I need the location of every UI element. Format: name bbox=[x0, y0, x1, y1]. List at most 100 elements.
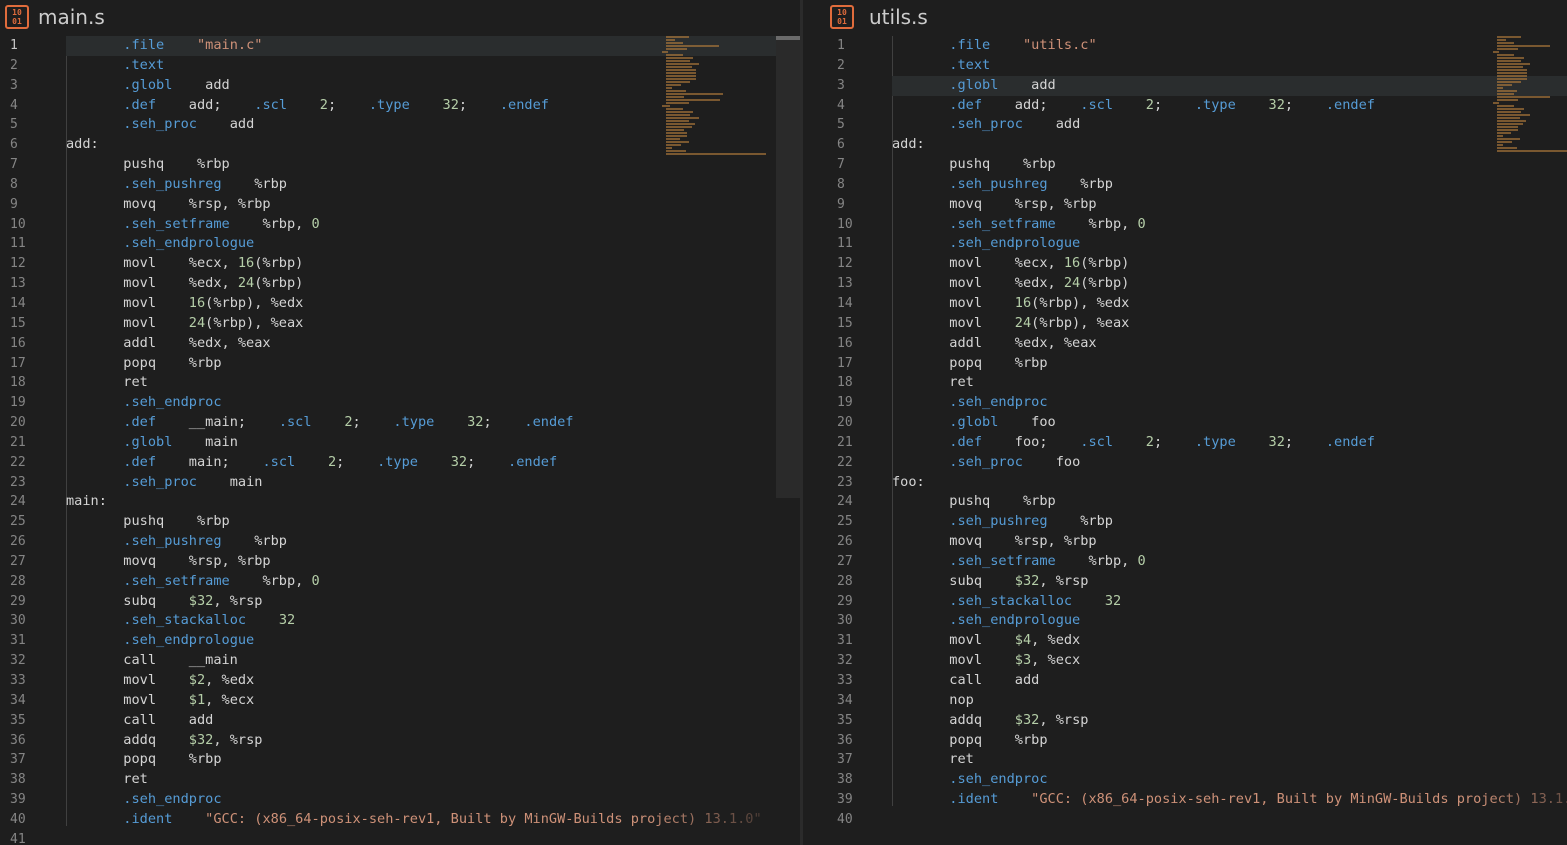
code-line[interactable]: .seh_endprologue bbox=[892, 611, 1567, 631]
minimap-line bbox=[666, 147, 672, 149]
line-number: 19 bbox=[10, 395, 26, 411]
minimap-line bbox=[666, 57, 693, 59]
code-line[interactable]: .seh_stackalloc 32 bbox=[66, 611, 800, 631]
code-line[interactable]: .seh_pushreg %rbp bbox=[66, 175, 800, 195]
code-line[interactable]: popq %rbp bbox=[66, 354, 800, 374]
code-line[interactable]: .seh_setframe %rbp, 0 bbox=[66, 572, 800, 592]
code-line[interactable]: movq %rsp, %rbp bbox=[66, 552, 800, 572]
code-line[interactable]: pushq %rbp bbox=[892, 155, 1567, 175]
code-line[interactable]: movl $4, %edx bbox=[892, 631, 1567, 651]
code-line[interactable]: .def __main; .scl 2; .type 32; .endef bbox=[66, 413, 800, 433]
code-line[interactable]: pushq %rbp bbox=[66, 512, 800, 532]
code-line[interactable] bbox=[66, 830, 800, 845]
editor-pane-right[interactable]: 10 01 utils.s 1 2 3 4 5 6 7 8 9 10 11 12 13 14 15 16 17 1… bbox=[803, 0, 1567, 845]
code-line[interactable]: nop bbox=[892, 691, 1567, 711]
minimap-line bbox=[666, 111, 693, 113]
code-line[interactable]: movl %edx, 24(%rbp) bbox=[66, 274, 800, 294]
code-line[interactable]: ret bbox=[892, 373, 1567, 393]
code-line[interactable]: popq %rbp bbox=[892, 731, 1567, 751]
code-line[interactable]: addl %edx, %eax bbox=[66, 334, 800, 354]
code-line[interactable]: movl 16(%rbp), %edx bbox=[66, 294, 800, 314]
code-line[interactable]: subq $32, %rsp bbox=[66, 592, 800, 612]
line-number: 11 bbox=[837, 236, 853, 252]
code-line[interactable]: .globl add bbox=[892, 75, 1567, 96]
code-line[interactable]: add: bbox=[892, 135, 1567, 155]
code-line[interactable]: movq %rsp, %rbp bbox=[66, 195, 800, 215]
code-line[interactable]: addq $32, %rsp bbox=[66, 731, 800, 751]
code-line[interactable]: .ident "GCC: (x86_64-posix-seh-rev1, Bui… bbox=[892, 790, 1567, 810]
code-line[interactable]: .def add; .scl 2; .type 32; .endef bbox=[892, 96, 1567, 116]
code-line[interactable]: .globl foo bbox=[892, 413, 1567, 433]
code-line[interactable]: movl $1, %ecx bbox=[66, 691, 800, 711]
code-line[interactable]: movl $2, %edx bbox=[66, 671, 800, 691]
code-line[interactable]: .seh_setframe %rbp, 0 bbox=[892, 552, 1567, 572]
scrollbar-thumb[interactable] bbox=[776, 36, 800, 40]
code-line[interactable]: .text bbox=[892, 56, 1567, 76]
code-line[interactable]: pushq %rbp bbox=[892, 492, 1567, 512]
code-line[interactable]: .seh_endproc bbox=[66, 790, 800, 810]
line-number: 30 bbox=[837, 613, 853, 629]
code-line[interactable]: addq $32, %rsp bbox=[892, 711, 1567, 731]
code-line[interactable]: movl $3, %ecx bbox=[892, 651, 1567, 671]
code-area[interactable]: .file "utils.c" .text .globl add .def ad… bbox=[892, 36, 1567, 830]
code-line[interactable]: .seh_setframe %rbp, 0 bbox=[892, 215, 1567, 235]
code-line[interactable]: .seh_proc main bbox=[66, 473, 800, 493]
minimap-line bbox=[1497, 57, 1524, 59]
minimap-line bbox=[1497, 93, 1514, 95]
tab-utils-s[interactable]: 10 01 utils.s bbox=[803, 0, 1567, 36]
minimap-line bbox=[1497, 120, 1526, 122]
code-line[interactable]: addl %edx, %eax bbox=[892, 334, 1567, 354]
code-line[interactable]: .seh_endproc bbox=[66, 393, 800, 413]
line-number: 7 bbox=[10, 157, 18, 173]
minimap-line bbox=[666, 66, 692, 68]
code-line[interactable]: main: bbox=[66, 492, 800, 512]
code-line[interactable]: popq %rbp bbox=[892, 354, 1567, 374]
code-line[interactable]: .seh_proc foo bbox=[892, 453, 1567, 473]
code-line[interactable]: .def foo; .scl 2; .type 32; .endef bbox=[892, 433, 1567, 453]
code-line[interactable]: .seh_endproc bbox=[892, 393, 1567, 413]
minimap[interactable] bbox=[662, 36, 772, 166]
code-line[interactable]: call add bbox=[892, 671, 1567, 691]
vertical-scrollbar[interactable] bbox=[776, 36, 800, 498]
code-line[interactable]: .seh_stackalloc 32 bbox=[892, 592, 1567, 612]
code-line[interactable]: foo: bbox=[892, 473, 1567, 493]
code-line[interactable]: popq %rbp bbox=[66, 750, 800, 770]
code-line[interactable]: .seh_setframe %rbp, 0 bbox=[66, 215, 800, 235]
file-title: main.s bbox=[38, 5, 105, 29]
code-line[interactable]: .seh_endprologue bbox=[66, 234, 800, 254]
code-line[interactable]: .seh_endproc bbox=[892, 770, 1567, 790]
code-line[interactable]: ret bbox=[66, 770, 800, 790]
code-line[interactable]: .seh_endprologue bbox=[66, 631, 800, 651]
minimap[interactable] bbox=[1493, 36, 1567, 166]
code-line[interactable]: movl %ecx, 16(%rbp) bbox=[66, 254, 800, 274]
minimap-line bbox=[666, 75, 696, 77]
code-line[interactable] bbox=[892, 810, 1567, 830]
code-line[interactable]: movl %edx, 24(%rbp) bbox=[892, 274, 1567, 294]
line-number: 24 bbox=[837, 494, 853, 510]
minimap-line bbox=[666, 126, 692, 128]
code-line[interactable]: subq $32, %rsp bbox=[892, 572, 1567, 592]
code-line[interactable]: .seh_pushreg %rbp bbox=[66, 532, 800, 552]
code-line[interactable]: call add bbox=[66, 711, 800, 731]
code-line[interactable]: .seh_proc add bbox=[892, 115, 1567, 135]
tab-main-s[interactable]: 10 01 main.s bbox=[0, 0, 800, 36]
code-line[interactable]: movl 24(%rbp), %eax bbox=[66, 314, 800, 334]
code-line[interactable]: .seh_endprologue bbox=[892, 234, 1567, 254]
line-number: 4 bbox=[10, 97, 18, 113]
code-line[interactable]: .seh_pushreg %rbp bbox=[892, 175, 1567, 195]
code-line[interactable]: .ident "GCC: (x86_64-posix-seh-rev1, Bui… bbox=[66, 809, 800, 830]
code-line[interactable]: ret bbox=[892, 750, 1567, 770]
editor-pane-left[interactable]: 10 01 main.s 1 2 3 4 5 6 7 8 9 10 11 12 13 14 15 16 17 18… bbox=[0, 0, 800, 845]
code-line[interactable]: movq %rsp, %rbp bbox=[892, 532, 1567, 552]
code-line[interactable]: movl 24(%rbp), %eax bbox=[892, 314, 1567, 334]
line-number: 35 bbox=[10, 712, 26, 728]
code-line[interactable]: .file "utils.c" bbox=[892, 36, 1567, 56]
code-line[interactable]: .seh_pushreg %rbp bbox=[892, 512, 1567, 532]
code-line[interactable]: movq %rsp, %rbp bbox=[892, 195, 1567, 215]
code-line[interactable]: call __main bbox=[66, 651, 800, 671]
code-line[interactable]: movl 16(%rbp), %edx bbox=[892, 294, 1567, 314]
code-line[interactable]: movl %ecx, 16(%rbp) bbox=[892, 254, 1567, 274]
code-line[interactable]: .globl main bbox=[66, 433, 800, 453]
code-line[interactable]: .def main; .scl 2; .type 32; .endef bbox=[66, 453, 800, 473]
code-line[interactable]: ret bbox=[66, 373, 800, 393]
